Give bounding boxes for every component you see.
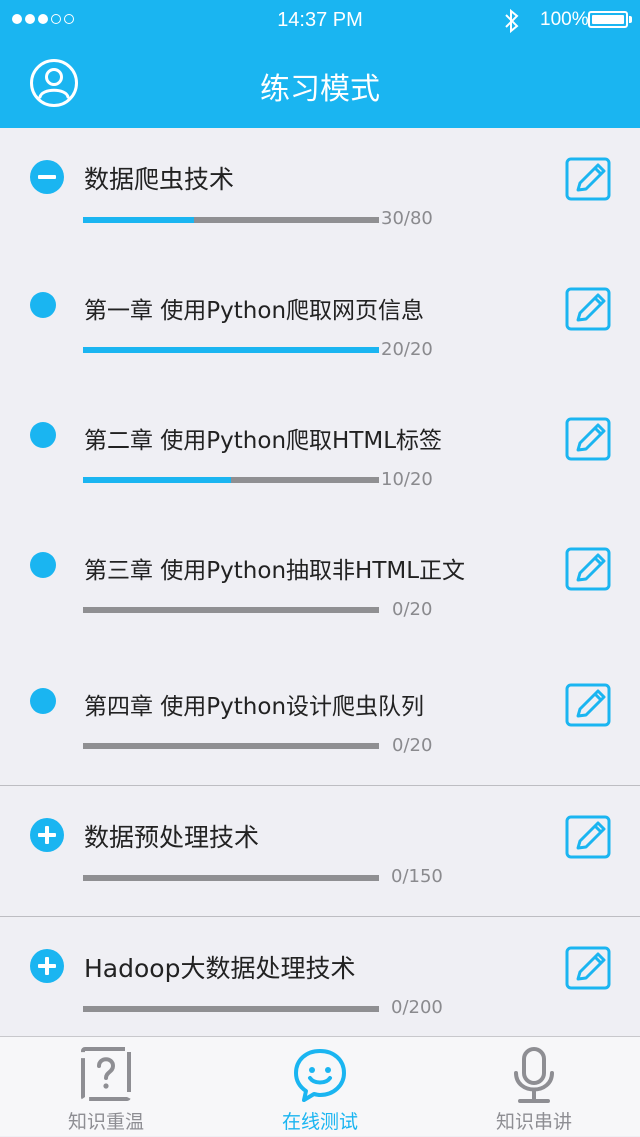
- collapse-icon[interactable]: [30, 160, 64, 194]
- edit-icon[interactable]: [565, 417, 611, 461]
- edit-icon[interactable]: [565, 683, 611, 727]
- chapter-bullet: [30, 552, 56, 578]
- chapter-row-1[interactable]: 第一章 使用Python爬取网页信息 20/20: [0, 278, 640, 388]
- edit-icon[interactable]: [565, 547, 611, 591]
- progress-count: 20/20: [381, 339, 433, 360]
- section-title: Hadoop大数据处理技术: [84, 954, 356, 983]
- progress-fill: [83, 477, 231, 483]
- battery-tip: [629, 16, 632, 23]
- tab-label: 在线测试: [281, 1111, 358, 1133]
- microphone-icon: [514, 1047, 554, 1103]
- progress-track: [83, 217, 379, 223]
- edit-icon[interactable]: [565, 946, 611, 990]
- progress-count: 0/150: [391, 866, 443, 887]
- header-bar: 14:37 PM 100% 练习模式: [0, 0, 640, 128]
- progress-count: 0/20: [392, 599, 433, 620]
- progress-track: [83, 743, 379, 749]
- chapter-title: 第四章 使用Python设计爬虫队列: [84, 694, 425, 720]
- progress-track: [83, 477, 379, 483]
- expand-icon[interactable]: [30, 949, 64, 983]
- progress-track: [83, 875, 379, 881]
- tab-knowledge-review[interactable]: 知识重温: [26, 1037, 186, 1137]
- status-bar: 14:37 PM 100%: [0, 0, 640, 40]
- tab-label: 知识重温: [67, 1111, 144, 1133]
- expand-icon[interactable]: [30, 818, 64, 852]
- chapter-title: 第三章 使用Python抽取非HTML正文: [84, 558, 466, 584]
- battery-icon: [588, 11, 628, 28]
- bottom-tab-bar: 知识重温 在线测试 知识串讲: [0, 1036, 640, 1136]
- chapter-bullet: [30, 688, 56, 714]
- progress-count: 30/80: [381, 208, 433, 229]
- chapter-row-4[interactable]: 第四章 使用Python设计爬虫队列 0/20: [0, 674, 640, 784]
- section-row-data-crawler[interactable]: 数据爬虫技术 30/80: [0, 148, 640, 258]
- progress-count: 0/20: [392, 735, 433, 756]
- practice-list: 数据爬虫技术 30/80 第一章 使用Python爬取网页信息 20/20 第二…: [0, 128, 640, 1036]
- progress-track: [83, 1006, 379, 1012]
- question-card-icon: [81, 1047, 131, 1101]
- tab-label: 知识串讲: [495, 1111, 572, 1133]
- chapter-row-2[interactable]: 第二章 使用Python爬取HTML标签 10/20: [0, 408, 640, 518]
- section-divider: [0, 916, 640, 917]
- chapter-bullet: [30, 422, 56, 448]
- edit-icon[interactable]: [565, 287, 611, 331]
- progress-count: 0/200: [391, 997, 443, 1018]
- section-title: 数据预处理技术: [84, 823, 260, 852]
- progress-track: [83, 347, 379, 353]
- chapter-bullet: [30, 292, 56, 318]
- battery-percent: 100%: [540, 9, 589, 30]
- chapter-title: 第二章 使用Python爬取HTML标签: [84, 428, 443, 454]
- progress-track: [83, 607, 379, 613]
- edit-icon[interactable]: [565, 815, 611, 859]
- section-row-hadoop[interactable]: Hadoop大数据处理技术 0/200: [0, 937, 640, 1036]
- section-title: 数据爬虫技术: [84, 165, 235, 194]
- edit-icon[interactable]: [565, 157, 611, 201]
- tab-knowledge-lecture[interactable]: 知识串讲: [454, 1037, 614, 1137]
- chapter-title: 第一章 使用Python爬取网页信息: [84, 298, 425, 324]
- smiley-chat-icon: [294, 1049, 346, 1102]
- page-title: 练习模式: [260, 72, 380, 107]
- section-divider: [0, 785, 640, 786]
- chapter-row-3[interactable]: 第三章 使用Python抽取非HTML正文 0/20: [0, 538, 640, 648]
- progress-fill: [83, 347, 379, 353]
- bluetooth-icon: [505, 8, 519, 34]
- progress-fill: [83, 217, 194, 223]
- progress-count: 10/20: [381, 469, 433, 490]
- section-row-data-preprocessing[interactable]: 数据预处理技术 0/150: [0, 806, 640, 916]
- tab-online-test[interactable]: 在线测试: [240, 1037, 400, 1137]
